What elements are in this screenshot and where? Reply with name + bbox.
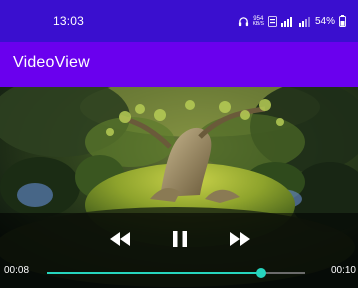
content-area bbox=[0, 288, 358, 307]
net-speed: 954 KB/S bbox=[252, 15, 264, 27]
seek-thumb[interactable] bbox=[256, 268, 267, 278]
app-bar: VideoView bbox=[0, 42, 358, 87]
status-time: 13:03 bbox=[53, 14, 85, 28]
headphones-icon bbox=[238, 16, 249, 27]
pause-icon bbox=[173, 231, 187, 247]
current-time: 00:08 bbox=[4, 265, 30, 276]
pause-button[interactable] bbox=[167, 226, 193, 252]
rewind-icon bbox=[110, 232, 130, 246]
total-time: 00:10 bbox=[330, 265, 356, 276]
seek-bar[interactable] bbox=[47, 266, 305, 280]
fast-forward-button[interactable] bbox=[227, 226, 253, 252]
signal-icon bbox=[280, 16, 295, 27]
signal-icon-2 bbox=[298, 16, 311, 27]
page-title: VideoView bbox=[13, 54, 90, 71]
status-bar: 13:03 954 KB/S 54% bbox=[0, 0, 358, 42]
fast-forward-icon bbox=[230, 232, 250, 246]
battery-percent: 54% bbox=[314, 15, 335, 27]
rewind-button[interactable] bbox=[107, 226, 133, 252]
seek-progress bbox=[47, 272, 262, 274]
battery-icon bbox=[339, 15, 346, 27]
status-icons: 954 KB/S 54% bbox=[238, 13, 346, 29]
volte-icon bbox=[268, 15, 277, 27]
